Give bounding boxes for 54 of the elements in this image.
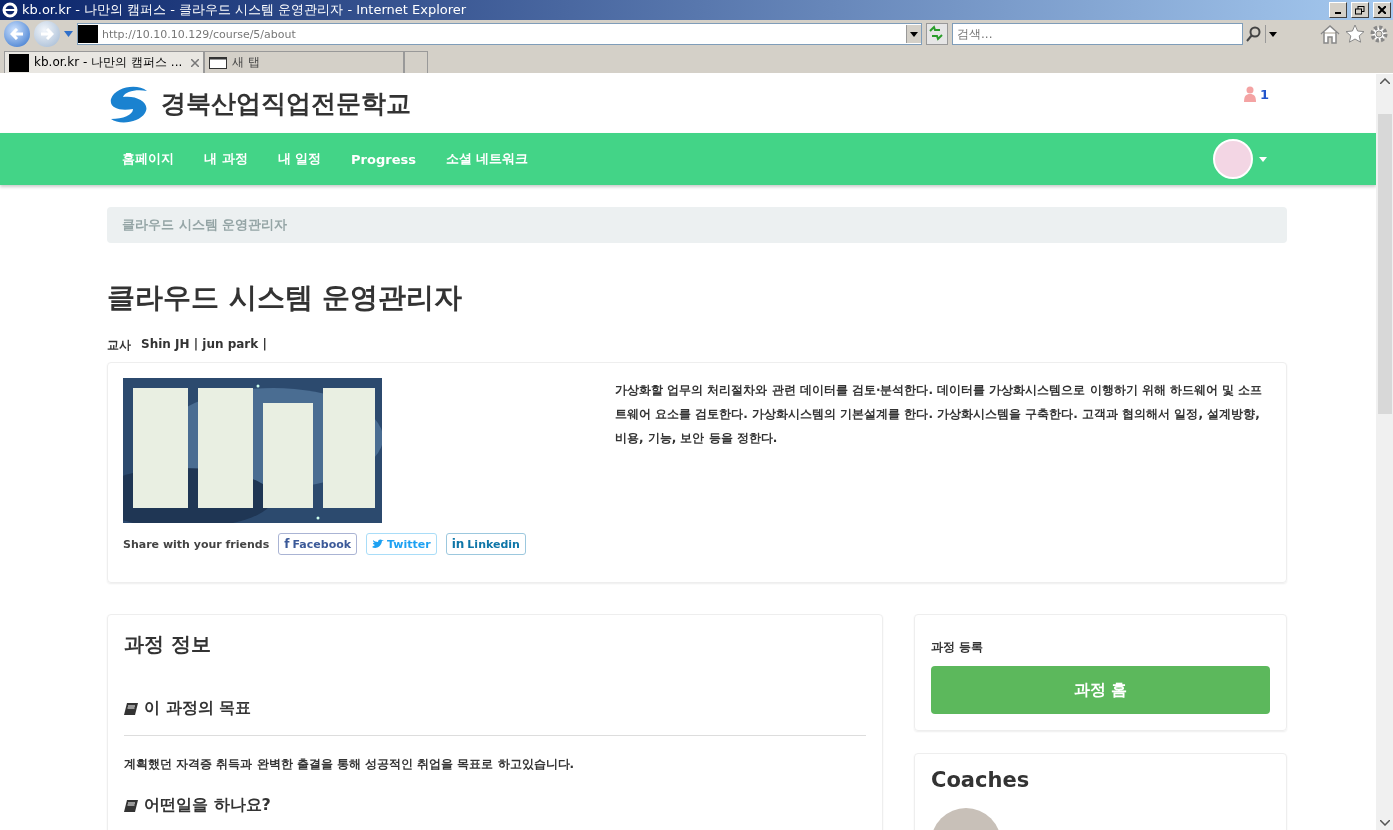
section-heading: 어떤일을 하나요? bbox=[144, 795, 271, 816]
course-description: 가상화할 업무의 처리절차와 관련 데이터를 검토·분석한다. 데이터를 가상화시스템으로 이행하기 위해 하드웨어 및 소프트웨어 요소를 검토한다. 가상화시스템의 기본설계를 한다. 가상화시스템을 구축한다. 고객과 협의해서 일정, 설계방향, 비용, 기능, 보안 등을 정한다. bbox=[615, 382, 1264, 447]
star-icon[interactable] bbox=[1345, 24, 1365, 44]
section-title: 과정 정보 bbox=[124, 631, 212, 658]
nav-link[interactable]: 내 일정 bbox=[262, 150, 337, 168]
breadcrumb: 클라우드 시스템 운영관리자 bbox=[107, 207, 1287, 243]
forward-arrow-icon bbox=[40, 28, 54, 40]
avatar[interactable] bbox=[1213, 139, 1253, 179]
close-icon bbox=[1378, 6, 1386, 14]
refresh-button[interactable] bbox=[926, 23, 948, 45]
settings-icon[interactable] bbox=[1369, 24, 1389, 44]
course-title: 클라우드 시스템 운영관리자 bbox=[107, 280, 464, 316]
section-heading: 이 과정의 목표 bbox=[144, 698, 252, 719]
dropdown-icon[interactable] bbox=[906, 25, 921, 43]
nav-link[interactable]: Progress bbox=[336, 151, 431, 167]
coaches-title: Coaches bbox=[931, 768, 1031, 792]
search-field[interactable]: 검색... bbox=[952, 23, 1243, 45]
teacher-label: 교사 bbox=[107, 337, 131, 354]
browser-tab[interactable]: kb.or.kr - 나만의 캠퍼스 ... bbox=[4, 51, 204, 73]
enroll-label: 과정 등록 bbox=[931, 639, 985, 656]
book-icon bbox=[124, 798, 138, 813]
notification-count[interactable]: 1 bbox=[1259, 86, 1269, 102]
restore-button[interactable] bbox=[1351, 2, 1369, 18]
bird-icon bbox=[372, 539, 385, 549]
home-icon[interactable] bbox=[1319, 24, 1341, 44]
new-tab-button[interactable] bbox=[404, 51, 428, 73]
teacher-names: Shin JH | jun park | bbox=[141, 337, 267, 353]
nav-link[interactable]: 홈페이지 bbox=[107, 150, 189, 168]
share-button[interactable]: in Linkedin bbox=[445, 533, 526, 555]
close-button[interactable] bbox=[1373, 2, 1391, 18]
course-home-button[interactable]: 과정 홈 bbox=[931, 666, 1270, 714]
share-label: Share with your friends bbox=[123, 537, 270, 551]
linkedin-glyph: in bbox=[451, 537, 465, 551]
browser-tab[interactable]: 새 탭 bbox=[204, 51, 404, 73]
browser-logo-icon bbox=[2, 2, 18, 18]
section-text: 계획했던 자격증 취득과 완벽한 출결을 통해 성공적인 취업을 목표로 하고있습니다. bbox=[124, 756, 576, 773]
share-button[interactable]: Twitter bbox=[366, 533, 437, 555]
restore-icon bbox=[1355, 5, 1365, 15]
share-button[interactable]: f Facebook bbox=[278, 533, 358, 555]
page-icon bbox=[209, 56, 227, 69]
nav-link[interactable]: 소셜 네트워크 bbox=[430, 150, 544, 168]
scrollbar[interactable] bbox=[1376, 74, 1393, 830]
back-arrow-icon bbox=[10, 28, 24, 40]
search-icon[interactable] bbox=[1246, 26, 1262, 42]
window-title: kb.or.kr - 나만의 캠퍼스 - 클라우드 시스템 운영관리자 - Internet Explorer bbox=[22, 1, 467, 19]
back-button[interactable] bbox=[4, 21, 30, 47]
school-name: 경북산업직업전문학교 bbox=[161, 88, 411, 120]
minimize-button[interactable] bbox=[1329, 2, 1347, 18]
user-icon[interactable] bbox=[1243, 86, 1256, 102]
nav-link[interactable]: 내 과정 bbox=[189, 150, 263, 168]
facebook-glyph: f bbox=[284, 537, 290, 551]
close-icon[interactable] bbox=[191, 58, 199, 67]
caret-icon[interactable] bbox=[1259, 156, 1267, 162]
book-icon bbox=[124, 701, 138, 716]
